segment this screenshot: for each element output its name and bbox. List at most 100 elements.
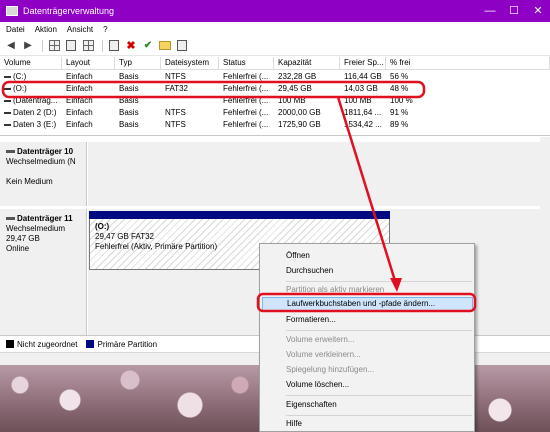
menu-item-properties[interactable]: Eigenschaften xyxy=(262,398,473,412)
table-cell: 1534,42 ... xyxy=(344,120,382,129)
volume-cell: (O:) xyxy=(0,84,62,95)
drive-icon xyxy=(4,111,11,114)
context-menu: Öffnen Durchsuchen Partition als aktiv m… xyxy=(259,243,475,432)
menu-item-mark-active[interactable]: Partition als aktiv markieren xyxy=(262,283,473,297)
table-row[interactable]: (O:) Einfach Basis FAT32 Fehlerfrei (...… xyxy=(0,84,550,95)
open-folder-icon[interactable] xyxy=(158,39,172,53)
legend-swatch-unallocated xyxy=(6,340,14,348)
volume-name: Daten 3 (E:) xyxy=(13,120,57,129)
volume-name: Daten 2 (D:) xyxy=(13,108,57,117)
delete-icon[interactable]: ✖ xyxy=(124,39,138,53)
table-row[interactable]: Daten 2 (D:) Einfach Basis NTFS Fehlerfr… xyxy=(0,108,550,119)
close-button[interactable]: ✕ xyxy=(526,0,550,22)
column-header[interactable]: % frei xyxy=(386,57,550,70)
menu-aktion[interactable]: Aktion xyxy=(35,25,57,34)
list-view-icon[interactable] xyxy=(47,39,61,53)
table-cell: Basis xyxy=(119,120,139,129)
column-header[interactable]: Kapazität xyxy=(274,57,340,70)
help-book-icon[interactable] xyxy=(64,39,78,53)
column-header[interactable]: Layout xyxy=(62,57,115,70)
table-cell: Basis xyxy=(119,108,139,117)
table-cell: NTFS xyxy=(165,108,186,117)
drive-icon xyxy=(4,87,11,90)
table-cell: Basis xyxy=(119,72,139,81)
column-header[interactable]: Volume xyxy=(0,57,62,70)
connect-disk-icon[interactable] xyxy=(107,39,121,53)
column-header[interactable]: Typ xyxy=(115,57,161,70)
disk-type: Wechselmedium xyxy=(6,224,65,233)
minimize-button[interactable]: — xyxy=(478,0,502,22)
disk-empty-area xyxy=(88,142,550,206)
table-row[interactable]: (C:) Einfach Basis NTFS Fehlerfrei (... … xyxy=(0,72,550,83)
disk-label[interactable]: Datenträger 10 Wechselmedium (N Kein Med… xyxy=(0,142,87,206)
menu-item-help[interactable]: Hilfe xyxy=(262,417,473,431)
table-cell: 100 MB xyxy=(278,96,306,105)
toolbar-separator xyxy=(102,39,103,52)
drive-icon xyxy=(4,75,11,78)
column-header[interactable]: Freier Sp... xyxy=(340,57,386,70)
table-cell xyxy=(161,96,219,107)
column-header[interactable]: Dateisystem xyxy=(161,57,219,70)
table-cell: Einfach xyxy=(66,96,93,105)
table-cell: FAT32 xyxy=(165,84,188,93)
explore-icon[interactable] xyxy=(175,39,189,53)
disk-status: Kein Medium xyxy=(6,177,53,186)
check-icon[interactable]: ✔ xyxy=(141,39,155,53)
legend-swatch-primary xyxy=(86,340,95,348)
toolbar-separator xyxy=(42,39,43,52)
menu-separator xyxy=(286,330,472,331)
table-cell: NTFS xyxy=(165,120,186,129)
vertical-scrollbar[interactable] xyxy=(540,137,550,335)
volume-name: (O:) xyxy=(13,84,27,93)
toolbar: ◀ ▶ ✖ ✔ xyxy=(0,36,550,56)
disk-label[interactable]: Datenträger 11 Wechselmedium 29,47 GB On… xyxy=(0,209,87,335)
legend-label: Nicht zugeordnet xyxy=(17,339,78,349)
volume-cell: (C:) xyxy=(0,72,62,83)
table-row[interactable]: (Datenträg... Einfach Basis Fehlerfrei (… xyxy=(0,96,550,107)
menu-help[interactable]: ? xyxy=(103,25,107,34)
table-cell: 91 % xyxy=(390,108,409,117)
partition-header-bar xyxy=(89,211,390,219)
partition-name: (O:) xyxy=(95,222,110,231)
disk-type: Wechselmedium (N xyxy=(6,157,76,166)
table-cell: Fehlerfrei (... xyxy=(223,120,269,129)
menu-item-shrink-volume[interactable]: Volume verkleinern... xyxy=(262,348,473,362)
table-cell: 2000,00 GB xyxy=(278,108,321,117)
table-cell: 56 % xyxy=(390,72,409,81)
table-cell: Fehlerfrei (... xyxy=(223,84,269,93)
column-header[interactable]: Status xyxy=(219,57,274,70)
disk-status: Online xyxy=(6,244,30,253)
menu-item-open[interactable]: Öffnen xyxy=(262,249,473,263)
drive-icon xyxy=(4,99,11,102)
table-cell: Einfach xyxy=(66,108,93,117)
back-arrow-icon[interactable]: ◀ xyxy=(4,39,18,53)
menu-datei[interactable]: Datei xyxy=(6,25,25,34)
forward-arrow-icon[interactable]: ▶ xyxy=(21,39,35,53)
disk-size: 29,47 GB xyxy=(6,234,40,243)
table-row[interactable]: Daten 3 (E:) Einfach Basis NTFS Fehlerfr… xyxy=(0,120,550,131)
disk-10-row[interactable]: Datenträger 10 Wechselmedium (N Kein Med… xyxy=(0,142,550,206)
table-cell: Fehlerfrei (... xyxy=(223,108,269,117)
menu-item-explore[interactable]: Durchsuchen xyxy=(262,264,473,278)
menu-item-add-mirror[interactable]: Spiegelung hinzufügen... xyxy=(262,363,473,377)
table-cell: 89 % xyxy=(390,120,409,129)
table-cell: Einfach xyxy=(66,84,93,93)
volume-list: Volume Layout Typ Dateisystem Status Kap… xyxy=(0,57,550,136)
menu-bar: Datei Aktion Ansicht ? xyxy=(0,22,550,36)
table-cell: 116,44 GB xyxy=(344,72,382,81)
disk-name: Datenträger 11 xyxy=(6,214,80,224)
maximize-button[interactable]: ☐ xyxy=(502,0,526,22)
menu-item-change-drive-letter[interactable]: Laufwerkbuchstaben und -pfade ändern... xyxy=(262,297,473,311)
title-bar[interactable]: Datenträgerverwaltung — ☐ ✕ xyxy=(0,0,550,22)
table-cell: 100 % xyxy=(390,96,413,105)
properties-icon[interactable] xyxy=(81,39,95,53)
menu-separator xyxy=(286,395,472,396)
menu-ansicht[interactable]: Ansicht xyxy=(67,25,93,34)
menu-item-format[interactable]: Formatieren... xyxy=(262,313,473,327)
volume-cell: Daten 3 (E:) xyxy=(0,120,62,131)
volume-name: (Datenträg... xyxy=(13,96,58,105)
menu-item-extend-volume[interactable]: Volume erweitern... xyxy=(262,333,473,347)
window-title: Datenträgerverwaltung xyxy=(23,6,115,16)
menu-item-delete-volume[interactable]: Volume löschen... xyxy=(262,378,473,392)
